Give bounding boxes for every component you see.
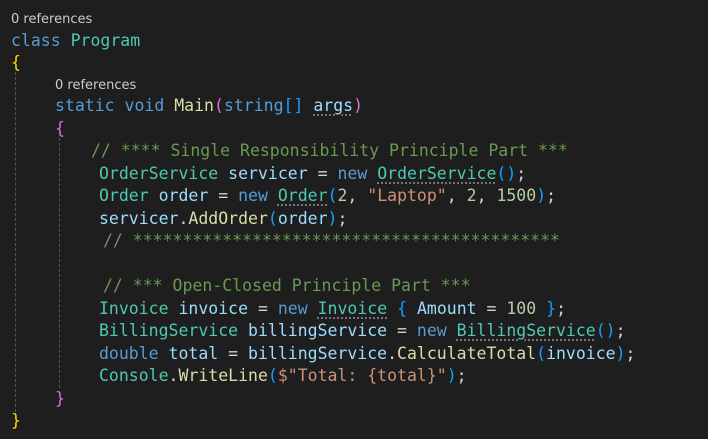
semicolon: ; xyxy=(337,209,348,228)
keyword-class: class xyxy=(11,31,61,50)
brace-open-class: { xyxy=(11,53,21,72)
brace-close-class: } xyxy=(11,411,21,430)
ctor-order: Order xyxy=(277,186,328,205)
paren-close: ) xyxy=(327,209,338,228)
operator-assign: = xyxy=(218,186,229,205)
comment-srp: // **** Single Responsibility Principle … xyxy=(91,141,568,160)
code-line-comment-ocp[interactable]: // *** Open-Closed Principle Part *** xyxy=(103,275,471,297)
arg-invoice: invoice xyxy=(546,344,616,363)
indent-guide-class xyxy=(15,72,16,412)
code-line-comment-srp[interactable]: // **** Single Responsibility Principle … xyxy=(91,140,568,162)
semicolon: ; xyxy=(625,344,636,363)
semicolon: ; xyxy=(516,164,527,183)
paren-close: ) xyxy=(446,366,457,385)
code-line-total[interactable]: double total = billingService.CalculateT… xyxy=(99,343,635,365)
var-servicer: servicer xyxy=(228,164,308,183)
var-total: total xyxy=(168,344,219,363)
code-line-billing-service[interactable]: BillingService billingService = new Bill… xyxy=(99,320,626,342)
keyword-new: new xyxy=(416,321,447,340)
value-amount: 100 xyxy=(506,299,537,318)
paren-open: ( xyxy=(213,96,224,115)
type-billingservice: BillingService xyxy=(99,321,239,340)
keyword-new: new xyxy=(238,186,268,205)
codelens-program-references[interactable]: 0 references xyxy=(11,12,92,28)
arg-string-laptop: "Laptop" xyxy=(367,186,447,205)
code-line-console[interactable]: Console.WriteLine($"Total: {total}"); xyxy=(99,365,467,387)
keyword-static: static xyxy=(55,96,115,115)
keyword-new: new xyxy=(337,164,368,183)
paren-open: ( xyxy=(536,344,547,363)
method-addorder: AddOrder xyxy=(188,209,268,228)
paren-open: ( xyxy=(267,366,278,385)
arg-number: 2 xyxy=(466,186,477,205)
arg-number: 2 xyxy=(337,186,348,205)
semicolon: ; xyxy=(615,321,626,340)
type-invoice: Invoice xyxy=(99,299,169,318)
brace-open-main: { xyxy=(55,119,65,138)
brace-close-initializer: } xyxy=(546,299,557,318)
keyword-string: string xyxy=(223,96,284,115)
code-line-order-service[interactable]: OrderService servicer = new OrderService… xyxy=(99,163,526,185)
semicolon: ; xyxy=(556,299,566,318)
code-line-invoice[interactable]: Invoice invoice = new Invoice { Amount =… xyxy=(99,298,566,320)
keyword-void: void xyxy=(124,96,165,115)
code-editor[interactable]: 0 references class Program { 0 reference… xyxy=(0,0,708,439)
call-parens: () xyxy=(496,164,517,183)
paren-open: ( xyxy=(327,186,338,205)
code-line-class-decl[interactable]: class Program xyxy=(11,30,140,52)
ctor-orderservice: OrderService xyxy=(377,164,497,183)
semicolon: ; xyxy=(546,186,557,205)
class-name-program: Program xyxy=(70,31,141,50)
var-invoice: invoice xyxy=(178,299,249,318)
arg-number-price: 1500 xyxy=(496,186,537,205)
code-line-order[interactable]: Order order = new Order(2, "Laptop", 2, … xyxy=(99,185,556,207)
prop-amount: Amount xyxy=(416,299,477,318)
var-billingservice: billingService xyxy=(248,321,388,340)
var-servicer: servicer xyxy=(99,209,179,228)
type-order: Order xyxy=(99,186,149,205)
type-orderservice: OrderService xyxy=(99,164,219,183)
code-line-class-close[interactable]: } xyxy=(11,410,21,432)
brace-close-main: } xyxy=(55,389,65,408)
semicolon: ; xyxy=(456,366,467,385)
call-parens: () xyxy=(595,321,616,340)
method-writeline: WriteLine xyxy=(178,366,268,385)
var-order: order xyxy=(158,186,209,205)
paren-close: ) xyxy=(615,344,626,363)
indent-guide-main xyxy=(59,138,60,388)
operator-assign: = xyxy=(257,299,268,318)
comment-ocp: // *** Open-Closed Principle Part *** xyxy=(103,276,471,295)
brace-open-initializer: { xyxy=(397,299,408,318)
var-billingservice: billingService xyxy=(248,344,388,363)
paren-close: ) xyxy=(536,186,547,205)
ctor-billingservice: BillingService xyxy=(456,321,596,340)
type-console: Console xyxy=(99,366,169,385)
paren-close: ) xyxy=(353,96,364,115)
code-line-comment-divider[interactable]: // *************************************… xyxy=(103,230,560,252)
method-calculatetotal: CalculateTotal xyxy=(397,344,537,363)
code-line-main-close[interactable]: } xyxy=(55,388,65,410)
method-main: Main xyxy=(174,96,214,115)
keyword-double: double xyxy=(99,344,159,363)
arg-order: order xyxy=(277,209,328,228)
paren-open: ( xyxy=(267,209,278,228)
operator-assign: = xyxy=(317,164,328,183)
code-line-main-open[interactable]: { xyxy=(55,118,65,140)
operator-assign: = xyxy=(486,299,497,318)
array-brackets: [] xyxy=(283,96,304,115)
param-args: args xyxy=(313,96,354,115)
ctor-invoice: Invoice xyxy=(317,299,388,318)
comment-divider: // *************************************… xyxy=(103,231,560,250)
keyword-new: new xyxy=(277,299,308,318)
code-line-main-decl[interactable]: static void Main(string[] args) xyxy=(55,95,363,117)
code-line-class-open[interactable]: { xyxy=(11,52,21,74)
operator-assign: = xyxy=(228,344,239,363)
operator-assign: = xyxy=(397,321,407,340)
codelens-main-references[interactable]: 0 references xyxy=(55,78,136,94)
string-interpolated-total: $"Total: {total}" xyxy=(277,366,447,385)
code-line-add-order[interactable]: servicer.AddOrder(order); xyxy=(99,208,347,230)
